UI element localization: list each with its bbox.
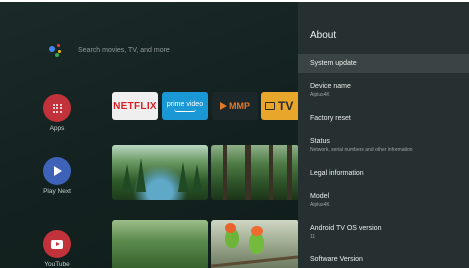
search-bar[interactable]: Search movies, TV, and more	[48, 40, 170, 60]
menu-label: Software Version	[310, 256, 363, 263]
mmp-logo-text: MMP	[229, 101, 250, 111]
apps-grid-icon	[43, 94, 71, 122]
menu-item-legal-information[interactable]: Legal information	[298, 169, 469, 179]
prime-video-app-tile[interactable]: prime video	[162, 92, 208, 120]
menu-label: Device name	[310, 83, 351, 90]
content-thumbnail-parrots[interactable]	[211, 220, 299, 268]
prime-video-logo-text: prime video	[166, 100, 204, 108]
menu-item-software-version[interactable]: Software Version	[298, 255, 469, 265]
menu-label: Model	[310, 193, 330, 200]
tv-icon	[265, 102, 275, 110]
menu-item-factory-reset[interactable]: Factory reset	[298, 114, 469, 124]
android-tv-home: Search movies, TV, and more Apps Play Ne…	[0, 2, 469, 268]
menu-item-android-tv-os-version[interactable]: Android TV OS version 11	[298, 224, 469, 241]
menu-value: 11	[310, 234, 316, 240]
content-thumbnail-lake-forest[interactable]	[112, 145, 208, 200]
rail-label-play-next: Play Next	[43, 188, 71, 195]
panel-title: About	[310, 30, 337, 41]
mmp-play-icon	[220, 102, 227, 110]
netflix-logo-text: NETFLIX	[113, 100, 157, 112]
rail-item-play-next[interactable]: Play Next	[33, 157, 81, 195]
menu-value: Aiplus4K	[310, 92, 330, 98]
menu-label: Status	[310, 138, 330, 145]
menu-item-system-update[interactable]: System update	[298, 54, 469, 73]
menu-label: Legal information	[310, 170, 364, 177]
rail-label-youtube: YouTube	[44, 261, 70, 268]
prime-smile-icon	[174, 109, 196, 112]
tv-app-tile[interactable]: TV	[261, 92, 301, 120]
netflix-app-tile[interactable]: NETFLIX	[112, 92, 158, 120]
rail-label-apps: Apps	[49, 125, 65, 132]
rail-item-youtube[interactable]: YouTube	[33, 230, 81, 268]
about-settings-panel: About System update Device name Aiplus4K…	[298, 2, 469, 268]
menu-value: Aiplus4K	[310, 202, 330, 208]
youtube-icon	[43, 230, 71, 258]
google-assistant-icon[interactable]	[48, 42, 64, 58]
menu-label: Factory reset	[310, 115, 351, 122]
content-thumbnail-jungle[interactable]	[112, 220, 208, 268]
menu-item-device-name[interactable]: Device name Aiplus4K	[298, 82, 469, 99]
search-placeholder: Search movies, TV, and more	[78, 46, 170, 54]
menu-item-model[interactable]: Model Aiplus4K	[298, 192, 469, 209]
rail-item-apps[interactable]: Apps	[33, 94, 81, 132]
mmp-app-tile[interactable]: MMP	[212, 92, 258, 120]
menu-label: System update	[310, 60, 357, 67]
menu-label: Android TV OS version	[310, 225, 382, 232]
menu-item-status[interactable]: Status Network, serial numbers and other…	[298, 137, 469, 154]
menu-value: Network, serial numbers and other inform…	[310, 147, 413, 153]
content-thumbnail-forest-trees[interactable]	[211, 145, 299, 200]
tv-logo-text: TV	[278, 99, 294, 113]
play-icon	[43, 157, 71, 185]
